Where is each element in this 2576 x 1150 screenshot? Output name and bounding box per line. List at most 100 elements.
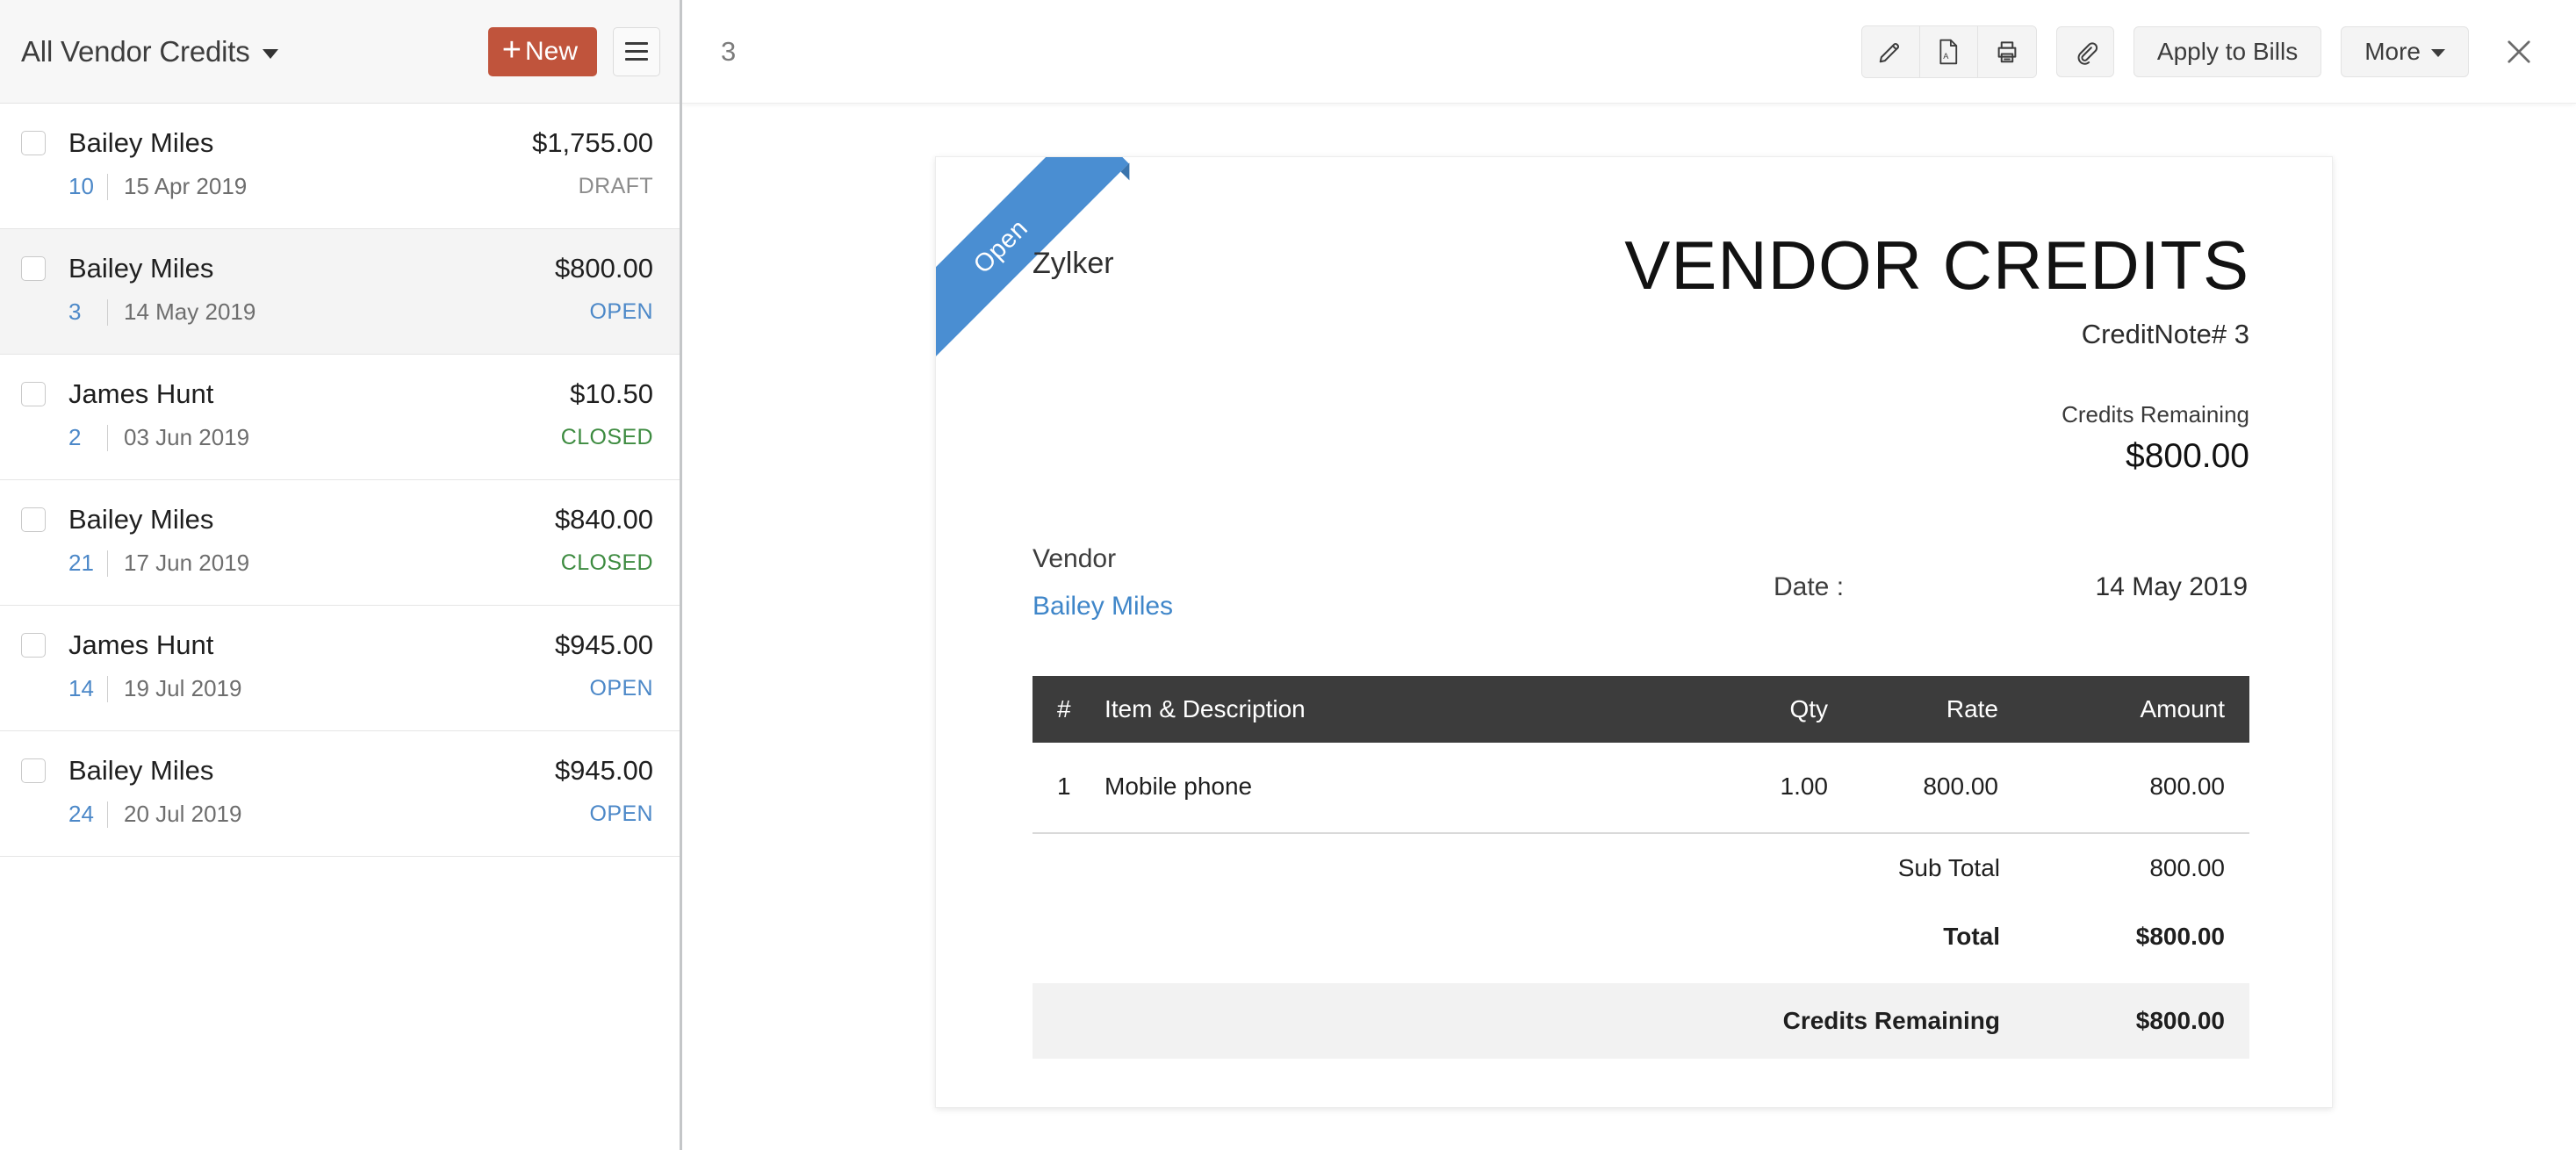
document-meta-section: Vendor Bailey Miles Date : 14 May 2019 bbox=[1033, 544, 2249, 622]
cell-amount: 800.00 bbox=[2030, 743, 2249, 834]
row-checkbox[interactable] bbox=[21, 256, 46, 281]
status-badge: OPEN bbox=[589, 299, 653, 324]
column-header-amount: Amount bbox=[2030, 676, 2249, 743]
close-icon[interactable] bbox=[2493, 26, 2544, 77]
vendor-credit-detail-pane: 3 A Apply to Bills More Open Zylker VEND… bbox=[682, 0, 2576, 1150]
more-button[interactable]: More bbox=[2341, 25, 2469, 77]
row-checkbox[interactable] bbox=[21, 758, 46, 783]
list-item-amount: $840.00 bbox=[554, 504, 653, 535]
list-item-secondary-line: 10 15 Apr 2019 DRAFT bbox=[21, 173, 653, 200]
list-item-divider bbox=[107, 675, 108, 702]
detail-document-number: 3 bbox=[721, 35, 737, 67]
list-item-secondary-line: 24 20 Jul 2019 OPEN bbox=[21, 801, 653, 828]
credit-note-reference: CreditNote# 3 bbox=[2081, 319, 2249, 349]
print-icon[interactable] bbox=[1977, 25, 2036, 77]
list-header: All Vendor Credits + New bbox=[0, 0, 680, 104]
column-header-qty: Qty bbox=[1661, 676, 1828, 743]
line-items-table: # Item & Description Qty Rate Amount 1 Mo… bbox=[1033, 676, 2249, 834]
total-row: Total $800.00 bbox=[1033, 902, 2249, 971]
document-title-block: VENDOR CREDITS CreditNote# 3 Credits Rem… bbox=[1624, 231, 2249, 476]
column-header-item: Item & Description bbox=[1105, 676, 1661, 743]
apply-to-bills-button[interactable]: Apply to Bills bbox=[2133, 25, 2322, 77]
list-item-vendor: Bailey Miles bbox=[68, 755, 214, 786]
hamburger-bar bbox=[625, 50, 648, 53]
edit-pencil-icon[interactable] bbox=[1861, 25, 1920, 77]
vendor-credits-app: All Vendor Credits + New Bailey Miles $1,… bbox=[0, 0, 2576, 1150]
status-badge: DRAFT bbox=[578, 174, 653, 198]
apply-to-bills-label: Apply to Bills bbox=[2156, 37, 2299, 65]
list-item-secondary-line: 2 03 Jun 2019 CLOSED bbox=[21, 424, 653, 451]
list-item-number[interactable]: 3 bbox=[68, 298, 97, 326]
list-item-secondary-line: 21 17 Jun 2019 CLOSED bbox=[21, 550, 653, 577]
table-header-row: # Item & Description Qty Rate Amount bbox=[1033, 676, 2249, 743]
list-item-vendor: Bailey Miles bbox=[68, 253, 214, 284]
list-item-primary-line: James Hunt $10.50 bbox=[21, 378, 653, 410]
hamburger-icon[interactable] bbox=[613, 26, 660, 76]
list-item-date: 17 Jun 2019 bbox=[124, 550, 250, 576]
document-scroll-area: Open Zylker VENDOR CREDITS CreditNote# 3… bbox=[682, 104, 2576, 1150]
new-button-label: New bbox=[524, 36, 578, 66]
list-item[interactable]: James Hunt $945.00 14 19 Jul 2019 OPEN bbox=[0, 606, 680, 731]
list-item-date: 14 May 2019 bbox=[124, 298, 256, 325]
total-row: Credits Remaining $800.00 bbox=[1033, 983, 2249, 1059]
column-header-index: # bbox=[1033, 676, 1105, 743]
status-badge: CLOSED bbox=[560, 550, 653, 575]
list-item-amount: $800.00 bbox=[554, 253, 653, 284]
list-item-number[interactable]: 2 bbox=[68, 424, 97, 451]
list-item-date: 19 Jul 2019 bbox=[124, 675, 242, 701]
list-item-divider bbox=[107, 173, 108, 200]
document-header-section: Zylker VENDOR CREDITS CreditNote# 3 Cred… bbox=[1033, 231, 2249, 476]
total-value: $800.00 bbox=[2135, 1007, 2225, 1034]
document-title: VENDOR CREDITS bbox=[1624, 226, 2249, 304]
list-item-number[interactable]: 24 bbox=[68, 801, 97, 828]
list-item-amount: $945.00 bbox=[554, 629, 653, 660]
total-row: Sub Total 800.00 bbox=[1033, 834, 2249, 902]
view-selector-dropdown[interactable]: All Vendor Credits bbox=[21, 35, 488, 68]
cell-rate: 800.00 bbox=[1828, 743, 2030, 834]
total-label: Sub Total bbox=[1897, 854, 2000, 881]
row-checkbox[interactable] bbox=[21, 507, 46, 532]
document-body: Zylker VENDOR CREDITS CreditNote# 3 Cred… bbox=[936, 157, 2332, 1059]
list-item-number[interactable]: 14 bbox=[68, 675, 97, 702]
new-button[interactable]: + New bbox=[487, 26, 597, 76]
list-item-vendor: James Hunt bbox=[68, 629, 214, 660]
credits-remaining-label: Credits Remaining bbox=[2062, 401, 2249, 428]
vendor-name-link[interactable]: Bailey Miles bbox=[1033, 592, 1384, 622]
list-item[interactable]: Bailey Miles $840.00 21 17 Jun 2019 CLOSED bbox=[0, 480, 680, 606]
list-item-secondary-line: 3 14 May 2019 OPEN bbox=[21, 298, 653, 326]
cell-item: Mobile phone bbox=[1105, 743, 1661, 834]
list-item-vendor: James Hunt bbox=[68, 378, 214, 409]
total-value: 800.00 bbox=[2149, 854, 2225, 881]
list-item-number[interactable]: 10 bbox=[68, 173, 97, 200]
list-item-secondary-line: 14 19 Jul 2019 OPEN bbox=[21, 675, 653, 702]
row-checkbox[interactable] bbox=[21, 382, 46, 406]
line-items-body: 1 Mobile phone 1.00 800.00 800.00 bbox=[1033, 743, 2249, 834]
table-row: 1 Mobile phone 1.00 800.00 800.00 bbox=[1033, 743, 2249, 834]
list-item[interactable]: James Hunt $10.50 2 03 Jun 2019 CLOSED bbox=[0, 355, 680, 480]
svg-text:A: A bbox=[1944, 52, 1950, 61]
list-item-number[interactable]: 21 bbox=[68, 550, 97, 577]
list-item-divider bbox=[107, 801, 108, 828]
row-checkbox[interactable] bbox=[21, 131, 46, 155]
document-action-group: A bbox=[1860, 25, 2037, 78]
line-items-header: # Item & Description Qty Rate Amount bbox=[1033, 676, 2249, 743]
list-item-primary-line: James Hunt $945.00 bbox=[21, 629, 653, 661]
list-item-primary-line: Bailey Miles $945.00 bbox=[21, 755, 653, 787]
totals-section: Sub Total 800.00 Total $800.00 Credits Remai… bbox=[1033, 834, 2249, 1059]
list-item-divider bbox=[107, 298, 108, 326]
pdf-file-icon[interactable]: A bbox=[1919, 25, 1978, 77]
view-title: All Vendor Credits bbox=[21, 34, 250, 68]
list-item[interactable]: Bailey Miles $945.00 24 20 Jul 2019 OPEN bbox=[0, 731, 680, 857]
attachment-paperclip-icon[interactable] bbox=[2055, 25, 2114, 77]
total-value: $800.00 bbox=[2135, 923, 2225, 950]
vendor-label: Vendor bbox=[1033, 544, 1117, 573]
total-label: Total bbox=[1943, 923, 2000, 950]
organization-name: Zylker bbox=[1033, 247, 1114, 280]
row-checkbox[interactable] bbox=[21, 633, 46, 658]
list-item-amount: $10.50 bbox=[570, 378, 653, 409]
list-item[interactable]: Bailey Miles $800.00 3 14 May 2019 OPEN bbox=[0, 229, 680, 355]
vendor-credit-document: Open Zylker VENDOR CREDITS CreditNote# 3… bbox=[935, 156, 2333, 1108]
list-item[interactable]: Bailey Miles $1,755.00 10 15 Apr 2019 DRAFT bbox=[0, 104, 680, 229]
date-label: Date : bbox=[1774, 572, 1845, 601]
list-item-divider bbox=[107, 550, 108, 577]
